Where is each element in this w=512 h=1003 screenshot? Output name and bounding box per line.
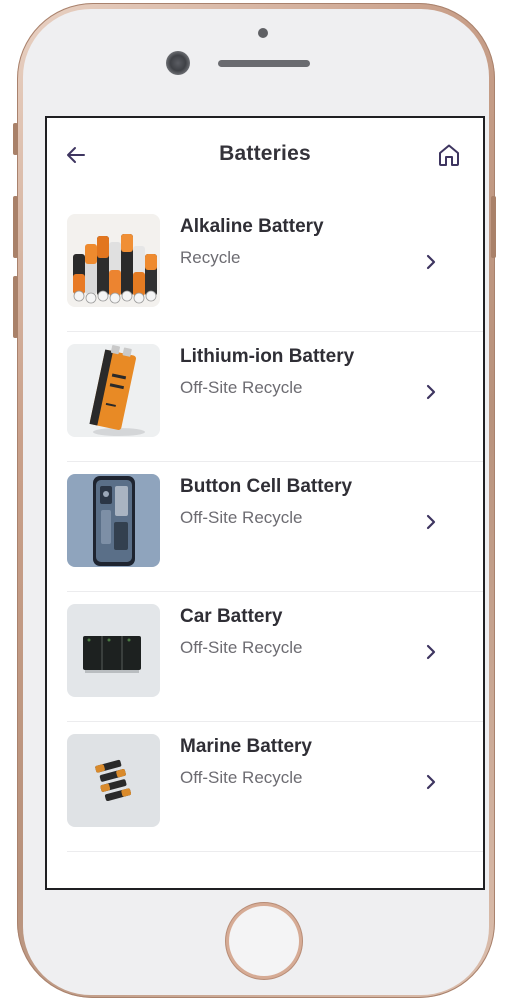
proximity-sensor bbox=[258, 28, 268, 38]
marine-battery-image bbox=[67, 734, 160, 827]
item-name: Lithium-ion Battery bbox=[180, 346, 355, 367]
item-status: Off-Site Recycle bbox=[180, 508, 303, 527]
item-status: Off-Site Recycle bbox=[180, 378, 303, 397]
hardware-home-button[interactable] bbox=[229, 906, 299, 976]
chevron-right-icon bbox=[426, 254, 436, 270]
chevron-right-icon bbox=[426, 644, 436, 660]
list-item[interactable]: Alkaline Battery Recycle bbox=[67, 202, 483, 332]
chevron-right-icon bbox=[426, 514, 436, 530]
item-name: Car Battery bbox=[180, 606, 283, 627]
item-name: Alkaline Battery bbox=[180, 216, 324, 237]
list-item[interactable]: Lithium-ion Battery Off-Site Recycle bbox=[67, 332, 483, 462]
lithium-ion-battery-image bbox=[67, 344, 160, 437]
power-button bbox=[491, 196, 496, 258]
page-title: Batteries bbox=[219, 142, 311, 165]
item-name: Button Cell Battery bbox=[180, 476, 353, 497]
home-icon bbox=[439, 144, 459, 166]
volume-up-button bbox=[13, 196, 18, 258]
item-name: Marine Battery bbox=[180, 736, 312, 757]
mute-switch bbox=[13, 123, 18, 155]
app-header: Batteries bbox=[47, 118, 483, 194]
list-item[interactable]: Button Cell Battery Off-Site Recycle bbox=[67, 462, 483, 592]
chevron-right-icon bbox=[426, 774, 436, 790]
item-status: Recycle bbox=[180, 248, 241, 267]
button-cell-battery-image bbox=[67, 474, 160, 567]
chevron-right-icon bbox=[426, 384, 436, 400]
volume-down-button bbox=[13, 276, 18, 338]
earpiece-speaker bbox=[218, 60, 310, 67]
alkaline-batteries-image bbox=[67, 214, 160, 307]
item-status: Off-Site Recycle bbox=[180, 768, 303, 787]
car-battery-image bbox=[67, 604, 160, 697]
item-status: Off-Site Recycle bbox=[180, 638, 303, 657]
list-item[interactable]: Marine Battery Off-Site Recycle bbox=[67, 722, 483, 852]
list-item[interactable]: Car Battery Off-Site Recycle bbox=[67, 592, 483, 722]
battery-list: Alkaline Battery Recycle Lithium-ion Bat… bbox=[67, 202, 483, 852]
app-screen: Batteries Alkaline Battery Recycle Lithi… bbox=[45, 116, 485, 890]
home-button[interactable] bbox=[433, 139, 465, 171]
front-camera bbox=[166, 51, 190, 75]
